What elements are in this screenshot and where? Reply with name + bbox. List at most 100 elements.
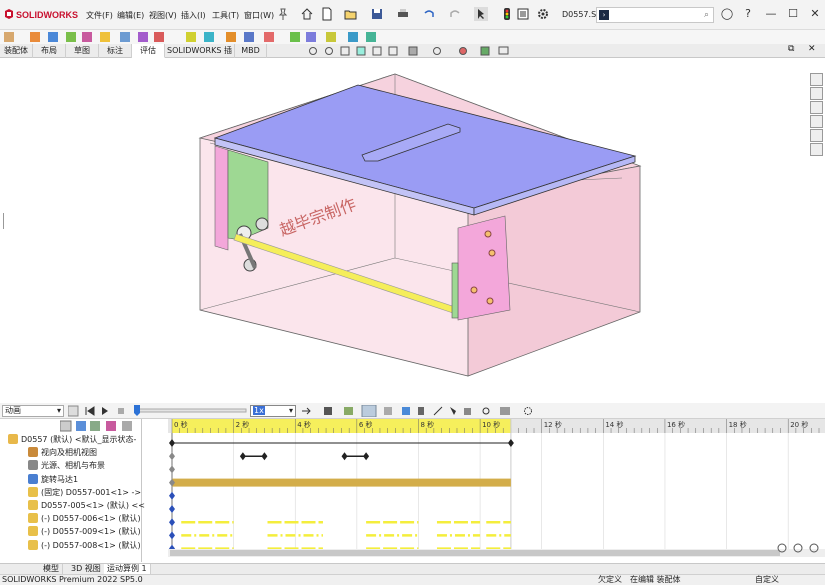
tree-item[interactable]: (-) D0557-006<1> (默认) <box>28 512 141 525</box>
filter-icon <box>60 420 72 432</box>
instant3d-icon <box>244 32 254 42</box>
collapse-tree-icon <box>122 421 132 431</box>
select-arrow-icon[interactable] <box>474 7 488 21</box>
file-properties-icon[interactable] <box>516 7 530 21</box>
tab-evaluate[interactable]: 评估 <box>132 44 165 58</box>
menu-insert[interactable]: 插入(I) <box>181 10 206 21</box>
help-icon[interactable]: ? <box>741 7 755 21</box>
command-manager-icons[interactable] <box>0 30 825 44</box>
tree-filter-toolbar[interactable] <box>60 420 140 432</box>
playback-speed-select[interactable]: 1x ▾ <box>250 405 296 417</box>
menu-tools[interactable]: 工具(T) <box>212 10 239 21</box>
units-custom[interactable]: 自定义 <box>755 575 779 585</box>
solidworks-logo[interactable]: SOLIDWORKS <box>4 9 78 20</box>
home-icon[interactable] <box>300 7 314 21</box>
rotary-motor-icon <box>28 473 38 484</box>
pin-icon[interactable] <box>276 7 290 21</box>
gravity-icon <box>482 407 490 415</box>
edit-appearance-icon <box>459 47 467 55</box>
tree-item[interactable]: (固定) D0557-001<1> -> <box>28 486 141 499</box>
assembly-model-view[interactable]: 越毕宗制作 <box>0 58 810 403</box>
part-icon <box>28 526 38 537</box>
tab-markup[interactable]: 标注 <box>99 44 132 58</box>
user-account-icon[interactable]: ◯ <box>720 7 734 21</box>
filter-animated-icon <box>76 421 86 431</box>
speed-value: 1x <box>253 406 265 415</box>
design-study-icon <box>326 32 336 42</box>
print-icon[interactable] <box>396 7 410 21</box>
close-panel-icon[interactable]: ✕ <box>808 44 816 54</box>
view-palette-icon[interactable] <box>810 115 823 128</box>
search-icon[interactable]: ⌕ <box>704 10 709 20</box>
save-icon[interactable] <box>370 7 384 21</box>
filter-selected-icon <box>106 421 116 431</box>
new-document-icon[interactable] <box>320 7 334 21</box>
tree-item[interactable]: (-) D0557-008<1> (默认) <box>28 539 141 552</box>
zoom-to-fit-icon <box>777 543 787 553</box>
tree-item[interactable]: (-) D0557-009<1> (默认) <box>28 525 141 538</box>
timeline-tick-label: 4 秒 <box>297 420 311 429</box>
tree-item-motor[interactable]: 旋转马达1 <box>28 473 78 486</box>
feature-tree-toggle[interactable] <box>0 213 4 229</box>
menu-edit[interactable]: 编辑(E) <box>117 10 144 21</box>
tab-layout[interactable]: 布局 <box>33 44 66 58</box>
solidworks-resources-icon[interactable] <box>810 73 823 86</box>
previous-view-icon <box>340 46 350 56</box>
tree-item[interactable]: D0557-005<1> (默认) << <box>28 499 145 512</box>
motion-timeline[interactable]: 0 秒 2 秒 4 秒 6 秒 8 秒 10 秒 12 秒 14 秒 16 秒 18 秒 20 秒 <box>168 419 825 557</box>
camera-view-icon <box>28 447 38 458</box>
tab-solidworks-addins[interactable]: SOLIDWORKS 插件 <box>165 44 235 68</box>
options-gear-icon[interactable] <box>536 7 550 21</box>
close-button[interactable]: ✕ <box>808 7 822 21</box>
search-commands-input[interactable]: › ⌕ <box>596 7 714 23</box>
appearances-icon[interactable] <box>810 129 823 142</box>
view-orientation-icon <box>388 46 398 56</box>
restore-panel-icon[interactable]: ⧉ <box>788 44 794 54</box>
open-folder-icon[interactable] <box>344 7 358 21</box>
large-assembly-icon <box>306 32 316 42</box>
row-start-key <box>169 505 175 513</box>
timeline-tick-label: 12 秒 <box>544 420 562 429</box>
study-type-select[interactable]: 动画 ▾ <box>2 405 64 417</box>
animation-wizard-icon <box>344 407 353 415</box>
bill-of-materials-icon <box>204 32 214 42</box>
calculate-icon <box>68 405 79 417</box>
row-start-key <box>169 465 175 474</box>
graphics-area[interactable]: 越毕宗制作 <box>0 58 810 403</box>
document-tabs: 模型 3D 视图 运动算例 1 <box>0 563 825 575</box>
tree-item[interactable]: 光源、相机与布景 <box>28 459 105 472</box>
task-pane <box>808 73 825 163</box>
minimize-button[interactable]: — <box>764 7 778 21</box>
design-library-icon[interactable] <box>810 87 823 100</box>
clearance-icon <box>366 32 376 42</box>
traffic-light-icon[interactable] <box>500 7 514 21</box>
tree-item[interactable]: 视向及相机视图 <box>28 446 97 459</box>
timeline-zoom-controls[interactable] <box>776 541 824 555</box>
redo-icon[interactable] <box>448 7 462 21</box>
tab-mbd[interactable]: MBD <box>235 44 267 58</box>
key-point <box>341 452 348 461</box>
maximize-button[interactable]: ☐ <box>786 7 800 21</box>
tree-item-label: 旋转马达1 <box>41 474 79 484</box>
play-from-start-icon <box>85 406 95 416</box>
tree-item-label: (固定) D0557-001<1> -> <box>41 487 142 497</box>
undo-icon[interactable] <box>422 7 436 21</box>
key-point <box>261 452 268 461</box>
playback-controls[interactable] <box>68 405 248 417</box>
zoom-out-icon <box>809 543 819 553</box>
custom-properties-icon[interactable] <box>810 143 823 156</box>
menu-view[interactable]: 视图(V) <box>149 10 177 21</box>
tree-item[interactable]: D0557 (默认) <默认_显示状态- <box>8 433 136 446</box>
tab-sketch[interactable]: 草图 <box>66 44 99 58</box>
timeline-graph[interactable]: 0 秒 2 秒 4 秒 6 秒 8 秒 10 秒 12 秒 14 秒 16 秒 18 秒 20 秒 <box>168 419 825 557</box>
display-style-icon <box>408 46 418 56</box>
file-explorer-icon[interactable] <box>810 101 823 114</box>
timeline-tick-label: 10 秒 <box>482 420 500 429</box>
timeline-tick-label: 18 秒 <box>729 420 747 429</box>
motion-tool-icons[interactable] <box>300 405 540 417</box>
heads-up-view-toolbar[interactable] <box>305 45 525 57</box>
tab-assembly[interactable]: 装配体 <box>0 44 33 58</box>
menu-window[interactable]: 窗口(W) <box>244 10 274 21</box>
assembly-feature-icon <box>138 32 148 42</box>
menu-file[interactable]: 文件(F) <box>86 10 113 21</box>
